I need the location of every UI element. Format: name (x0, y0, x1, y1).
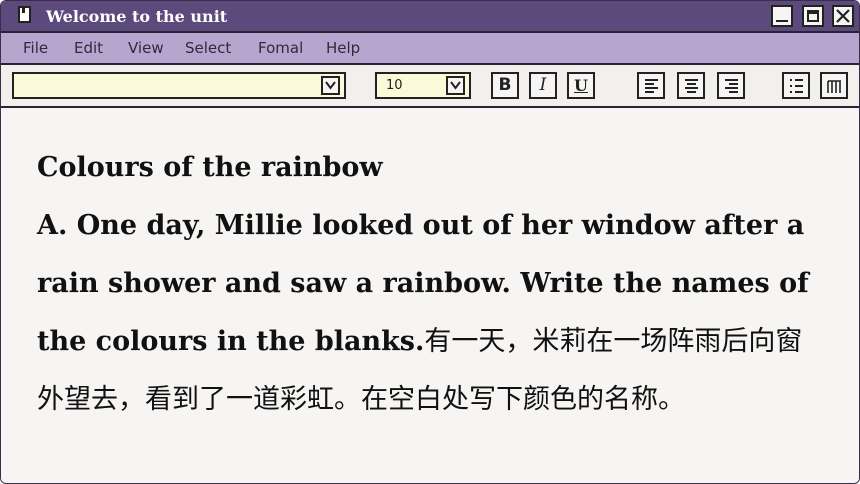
font-family-select[interactable] (12, 72, 346, 99)
font-dropdown-button[interactable] (321, 76, 340, 95)
maximize-button[interactable] (802, 5, 824, 27)
close-button[interactable] (832, 5, 854, 27)
document-icon (18, 6, 31, 23)
columns-icon (827, 80, 841, 93)
document-paragraph: A. One day, Millie looked out of her win… (37, 197, 827, 429)
menu-help[interactable]: Help (326, 39, 360, 57)
underline-button[interactable]: U (567, 72, 595, 99)
menu-view[interactable]: View (128, 39, 164, 57)
align-left-icon (645, 79, 658, 93)
size-dropdown-button[interactable] (446, 76, 465, 95)
document-area[interactable]: Colours of the rainbow A. One day, Milli… (1, 108, 859, 483)
bullet-list-icon (790, 79, 803, 93)
align-left-button[interactable] (637, 72, 665, 99)
document-heading: Colours of the rainbow (37, 152, 383, 183)
chevron-down-icon (450, 81, 461, 90)
columns-button[interactable] (820, 72, 848, 99)
close-icon (836, 9, 850, 23)
align-right-icon (725, 79, 738, 93)
underline-label: U (574, 76, 588, 95)
chevron-down-icon (325, 81, 336, 90)
align-right-button[interactable] (717, 72, 745, 99)
window-title: Welcome to the unit (46, 7, 228, 26)
menu-file[interactable]: File (23, 39, 48, 57)
menu-fomal[interactable]: Fomal (258, 39, 303, 57)
menu-select[interactable]: Select (185, 39, 231, 57)
app-window: Welcome to the unit File Edit View Selec… (0, 0, 860, 484)
font-size-select[interactable]: 10 (375, 72, 471, 99)
bold-button[interactable]: B (491, 72, 519, 99)
document-text: Colours of the rainbow A. One day, Milli… (37, 139, 827, 429)
menu-edit[interactable]: Edit (74, 39, 103, 57)
font-size-value: 10 (386, 78, 403, 93)
bold-label: B (498, 75, 512, 95)
minimize-button[interactable] (771, 5, 793, 27)
align-center-icon (685, 79, 698, 93)
bullet-list-button[interactable] (782, 72, 810, 99)
title-bar: Welcome to the unit (1, 1, 859, 33)
align-center-button[interactable] (677, 72, 705, 99)
menu-bar: File Edit View Select Fomal Help (1, 33, 859, 65)
italic-button[interactable]: I (529, 72, 557, 99)
format-toolbar: 10 B I U (1, 65, 859, 108)
italic-label: I (539, 75, 547, 95)
